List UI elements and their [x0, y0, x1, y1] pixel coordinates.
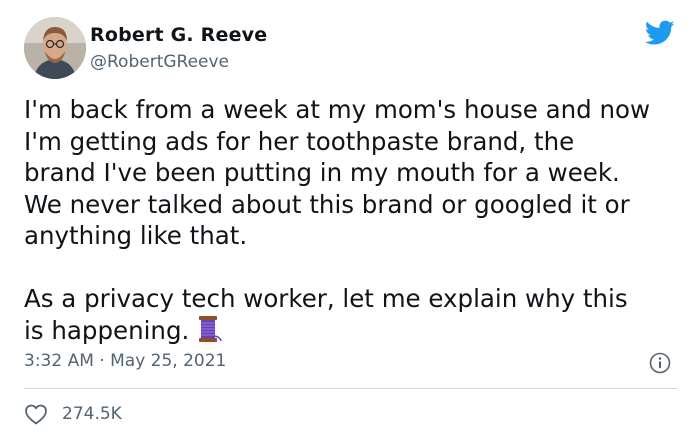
timestamp-separator: · — [99, 351, 105, 371]
twitter-bird-icon[interactable] — [645, 20, 675, 46]
avatar[interactable] — [24, 17, 86, 79]
like-button[interactable]: 274.5K — [24, 402, 122, 426]
divider — [24, 388, 677, 389]
tweet-text-content: I'm back from a week at my mom's house a… — [24, 95, 651, 345]
tweet-time: 3:32 AM — [24, 351, 94, 371]
avatar-photo — [24, 17, 86, 79]
author-handle[interactable]: @RobertGReeve — [90, 52, 229, 72]
heart-icon — [25, 404, 47, 425]
like-count: 274.5K — [62, 404, 122, 424]
author-name[interactable]: Robert G. Reeve — [90, 24, 267, 46]
tweet-text: I'm back from a week at my mom's house a… — [24, 94, 684, 346]
tweet-date: May 25, 2021 — [110, 351, 227, 371]
tweet-card: Robert G. Reeve @RobertGReeve I'm back f… — [0, 0, 700, 443]
tweet-timestamp[interactable]: 3:32 AM · May 25, 2021 — [24, 351, 226, 371]
thread-spool-icon — [199, 315, 223, 342]
info-icon[interactable] — [649, 352, 671, 374]
